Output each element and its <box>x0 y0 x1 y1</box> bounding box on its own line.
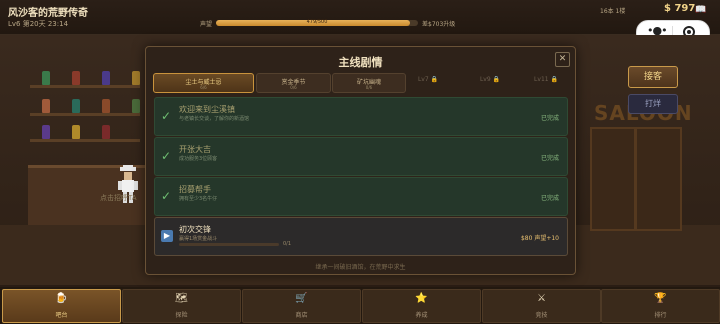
tab-label: Lv9 🔒 <box>479 76 501 83</box>
quest-status: 已完成 <box>540 155 559 162</box>
trophy-icon: 🏆 <box>654 293 667 304</box>
star-icon: ⭐ <box>415 293 428 304</box>
quest-progress-text: 0/1 <box>283 241 292 247</box>
tab-chapter-2[interactable]: 赏金季节 0/6 <box>256 73 331 93</box>
bottle <box>72 125 80 139</box>
dialog-title: 主线剧情 <box>338 56 383 69</box>
quest-title: 欢迎来到尘溪镇 <box>179 105 235 114</box>
nav-ranking[interactable]: 🏆 排行 <box>601 289 720 323</box>
bottom-nav: 🍺 吧台 🗺 探险 🛒 商店 ⭐ 养成 ⚔ 竞技 🏆 排行 <box>0 287 720 324</box>
nav-label: 排行 <box>654 312 667 319</box>
quest-progress-bar <box>179 243 279 246</box>
tab-chapter-1[interactable]: 尘土与威士忌 6/6 <box>153 73 254 93</box>
quest-status: 已完成 <box>540 195 559 202</box>
map-icon: 🗺 <box>175 293 188 304</box>
bottle <box>102 71 110 85</box>
quest-row[interactable]: ✓ 欢迎来到尘溪镇 与老镇长交谈，了解你的新酒馆 已完成 <box>154 97 568 136</box>
nav-bar[interactable]: 🍺 吧台 <box>2 289 121 323</box>
close-icon[interactable]: ✕ <box>555 52 570 67</box>
nav-label: 商店 <box>295 312 308 319</box>
saloon-door <box>590 127 682 231</box>
tab-locked-lv11[interactable]: Lv11 🔒 <box>524 73 568 91</box>
quest-desc: 赢得1场赏金战斗 <box>179 236 218 242</box>
check-icon: ✓ <box>161 149 172 163</box>
tab-progress: 0/6 <box>365 85 373 90</box>
crossed-swords-icon: ⚔ <box>537 293 546 304</box>
shelf <box>30 139 140 142</box>
play-icon[interactable]: ▶ <box>161 230 173 242</box>
close-shop-button[interactable]: 打烊 <box>628 94 678 114</box>
game-title: 风沙客的荒野传奇 <box>8 8 88 19</box>
tab-locked-lv7[interactable]: Lv7 🔒 <box>408 73 448 91</box>
shelf <box>30 85 140 88</box>
nav-label: 探险 <box>175 312 188 319</box>
tab-progress: 0/6 <box>290 85 297 90</box>
nav-explore[interactable]: 🗺 探险 <box>122 289 241 323</box>
tab-label: Lv7 🔒 <box>417 76 439 83</box>
bottle <box>42 99 50 113</box>
quest-row-active[interactable]: ▶ 初次交锋 赢得1场赏金战斗 0/1 $80 声望+10 <box>154 217 568 256</box>
bottle <box>132 71 140 85</box>
floor-info: 16本 1楼 <box>600 8 626 15</box>
tab-locked-lv9[interactable]: Lv9 🔒 <box>470 73 510 91</box>
main-story-dialog: 主线剧情 ✕ 尘土与威士忌 6/6 赏金季节 0/6 矿坑幽魂 0/6 Lv7 … <box>145 46 576 275</box>
reputation-value: 479/500 <box>306 19 328 25</box>
quest-title: 初次交锋 <box>179 225 211 234</box>
tab-label: Lv11 🔒 <box>534 76 558 83</box>
beer-mug-icon: 🍺 <box>55 293 68 304</box>
top-bar: 风沙客的荒野传奇 Lv6 第20天 23:14 声望 479/500 差$703… <box>0 0 720 35</box>
bottle <box>42 71 50 85</box>
quest-title: 招募帮手 <box>179 185 211 194</box>
nav-label: 吧台 <box>55 312 68 319</box>
npc-hint: 点击招呼TA <box>100 194 137 202</box>
quest-row[interactable]: ✓ 招募帮手 拥有至少3名牛仔 已完成 <box>154 177 568 216</box>
quest-desc: 与老镇长交谈，了解你的新酒馆 <box>179 116 250 122</box>
upgrade-cost: 差$703升级 <box>422 21 456 28</box>
bottle <box>102 125 110 139</box>
bottle <box>72 99 80 113</box>
bottle <box>72 71 80 85</box>
quest-title: 开张大吉 <box>179 145 211 154</box>
dialog-footer: 继承一间破旧酒馆，在荒野中求生 <box>315 264 406 271</box>
quest-row[interactable]: ✓ 开张大吉 成功服务3位顾客 已完成 <box>154 137 568 176</box>
quest-status: 已完成 <box>540 115 559 122</box>
reputation-bar: 479/500 <box>216 19 418 26</box>
nav-arena[interactable]: ⚔ 竞技 <box>482 289 601 323</box>
receive-guest-button[interactable]: 接客 <box>628 66 678 88</box>
quest-reward: $80 声望+10 <box>520 235 559 242</box>
bottle <box>102 99 110 113</box>
nav-label: 竞技 <box>535 312 548 319</box>
shelf <box>30 113 140 116</box>
cart-icon: 🛒 <box>295 293 308 304</box>
nav-develop[interactable]: ⭐ 养成 <box>362 289 481 323</box>
bottle <box>42 125 50 139</box>
money-amount: $ 797 <box>664 3 696 14</box>
nav-shop[interactable]: 🛒 商店 <box>242 289 361 323</box>
tab-progress: 6/6 <box>200 85 207 90</box>
check-icon: ✓ <box>161 109 172 123</box>
quest-desc: 拥有至少3名牛仔 <box>179 196 218 202</box>
check-icon: ✓ <box>161 189 172 203</box>
level-day: Lv6 第20天 23:14 <box>8 20 69 28</box>
nav-label: 养成 <box>415 312 428 319</box>
bottle <box>132 99 140 113</box>
tab-chapter-3[interactable]: 矿坑幽魂 0/6 <box>332 73 406 93</box>
book-icon[interactable]: 📖 <box>695 5 706 15</box>
quest-desc: 成功服务3位顾客 <box>179 156 218 162</box>
reputation-label: 声望 <box>200 21 213 28</box>
